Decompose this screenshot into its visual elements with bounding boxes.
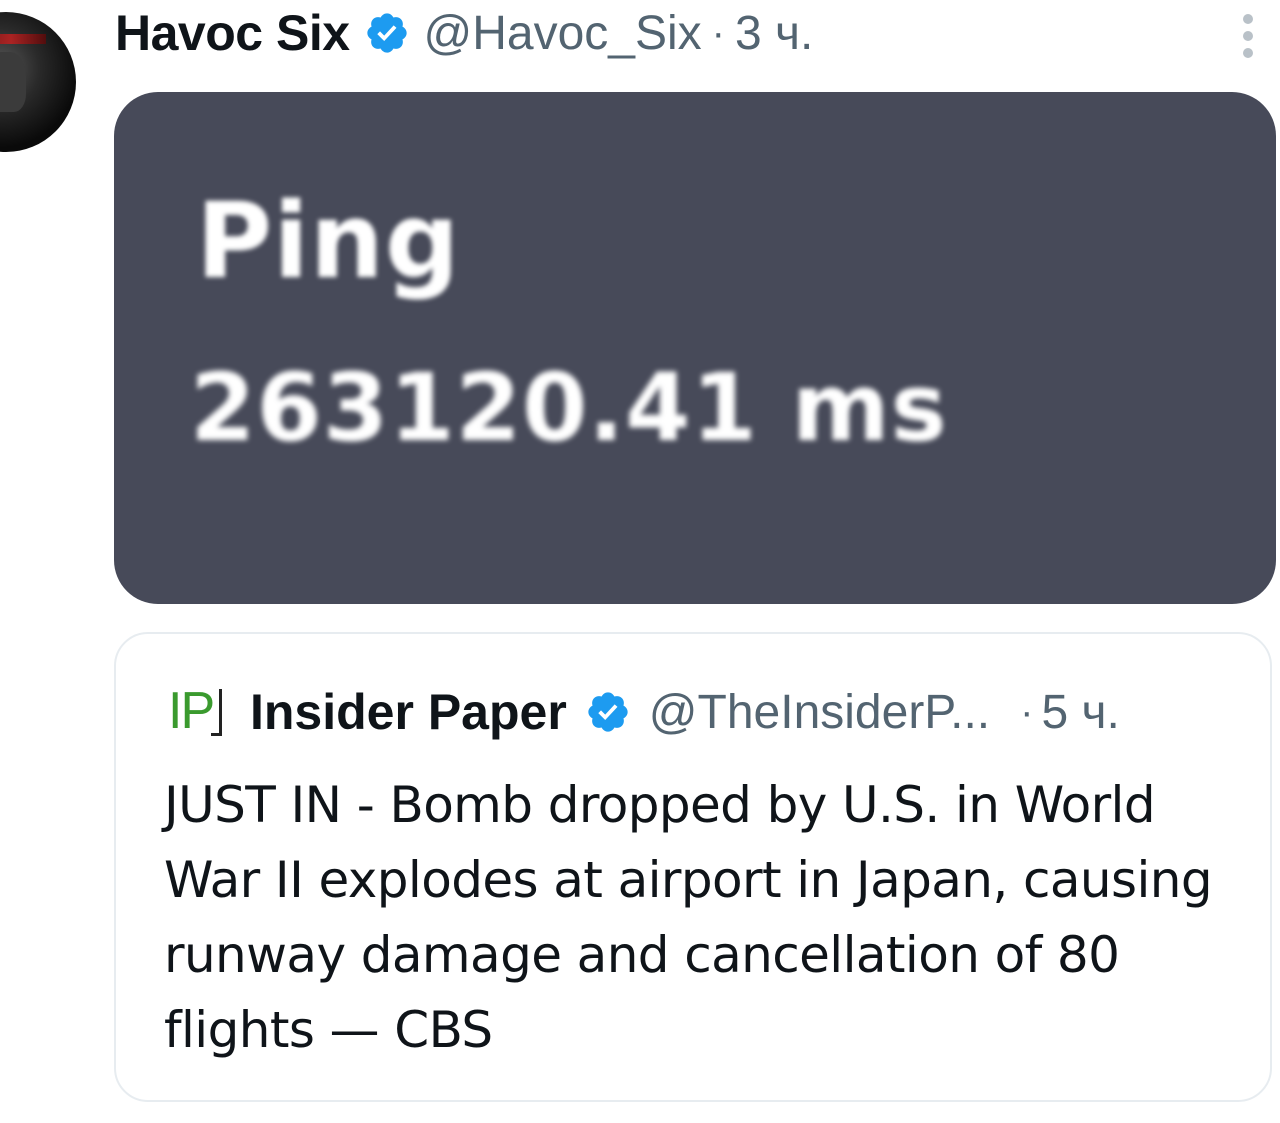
more-dot	[1243, 48, 1253, 58]
author-handle[interactable]: @Havoc_Six	[424, 6, 702, 61]
quoted-author-handle[interactable]: @TheInsiderP...	[649, 685, 990, 740]
more-dot	[1243, 14, 1253, 24]
logo-frame	[211, 689, 222, 736]
ping-value: 263120.41 ms	[190, 354, 948, 463]
verified-badge-icon	[364, 10, 410, 56]
author-name[interactable]: Havoc Six	[115, 4, 350, 62]
quoted-tweet-text: JUST IN - Bomb dropped by U.S. in World …	[164, 776, 1213, 1059]
tweet-time[interactable]: 3 ч.	[735, 6, 813, 61]
ping-label: Ping	[196, 180, 461, 302]
verified-badge-icon	[585, 689, 631, 735]
tweet-header: Havoc Six @Havoc_Six · 3 ч.	[115, 0, 813, 66]
tweet-media-image[interactable]: Ping 263120.41 ms	[114, 92, 1276, 604]
author-avatar[interactable]	[0, 12, 76, 152]
avatar-red-band	[0, 34, 46, 44]
quoted-tweet-header: IP Insider Paper @TheInsiderP... · 5 ч.	[166, 680, 1120, 744]
insider-paper-logo-icon: IP	[166, 683, 224, 741]
quoted-author-name[interactable]: Insider Paper	[250, 683, 567, 741]
separator-dot: ·	[1020, 689, 1034, 734]
more-options-icon[interactable]	[1242, 14, 1254, 58]
quoted-tweet-time[interactable]: 5 ч.	[1041, 685, 1119, 740]
quoted-tweet-card[interactable]: IP Insider Paper @TheInsiderP... · 5 ч. …	[114, 632, 1272, 1102]
logo-text: IP	[168, 682, 215, 740]
more-dot	[1243, 31, 1253, 41]
avatar-figure	[0, 52, 26, 112]
separator-dot: ·	[711, 10, 725, 55]
